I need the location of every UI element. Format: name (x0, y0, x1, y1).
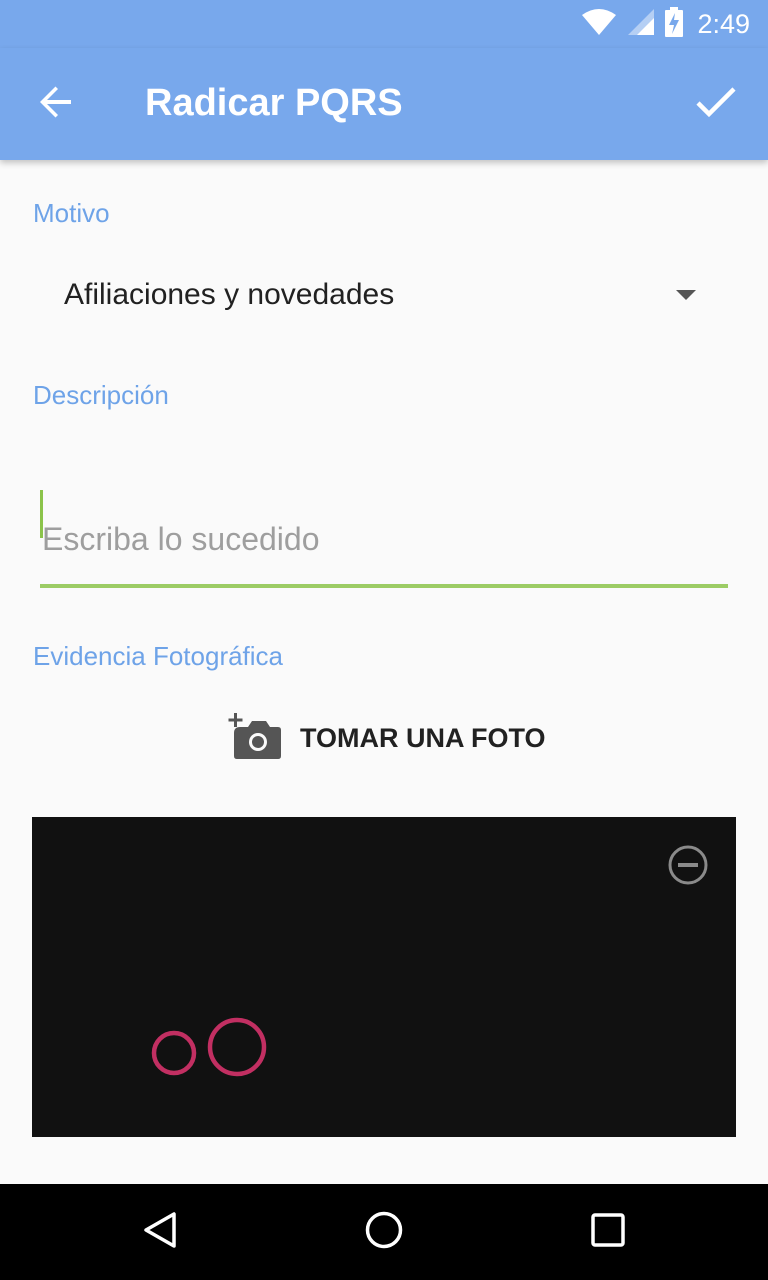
status-time: 2:49 (697, 8, 750, 39)
app-bar: Radicar PQRS (0, 48, 768, 160)
remove-circle-icon (667, 844, 709, 891)
nav-recents-icon (590, 1212, 626, 1253)
status-bar: 2:49 (0, 0, 768, 48)
descripcion-field (40, 480, 728, 590)
remove-photo-button[interactable] (666, 845, 710, 889)
text-cursor (40, 490, 43, 538)
nav-back-button[interactable] (128, 1200, 192, 1264)
nav-back-icon (140, 1210, 180, 1255)
motivo-selected-value: Afiliaciones y novedades (64, 278, 395, 311)
nav-home-button[interactable] (352, 1200, 416, 1264)
dropdown-arrow-icon (676, 290, 696, 300)
page-title: Radicar PQRS (145, 82, 403, 124)
take-photo-button[interactable]: TOMAR UNA FOTO (226, 706, 546, 770)
system-nav-bar (0, 1184, 768, 1280)
check-icon (696, 86, 736, 123)
arrow-back-icon (38, 84, 74, 125)
descripcion-input[interactable] (40, 480, 728, 584)
nav-recents-button[interactable] (576, 1200, 640, 1264)
nav-home-icon (364, 1210, 404, 1255)
input-underline (40, 584, 728, 588)
add-photo-icon (226, 711, 286, 766)
signal-icon (627, 8, 655, 41)
evidencia-label: Evidencia Fotográfica (33, 641, 284, 671)
confirm-button[interactable] (680, 72, 752, 136)
motivo-dropdown[interactable]: Afiliaciones y novedades (32, 262, 736, 330)
motivo-label: Motivo (33, 198, 110, 228)
photo-preview (32, 817, 736, 1137)
wifi-icon (581, 8, 617, 41)
back-button[interactable] (24, 72, 88, 136)
photo-image (144, 1013, 274, 1088)
battery-charging-icon (665, 6, 684, 42)
take-photo-label: TOMAR UNA FOTO (300, 722, 546, 753)
descripcion-label: Descripción (33, 380, 169, 410)
status-icons: 2:49 (581, 6, 750, 42)
